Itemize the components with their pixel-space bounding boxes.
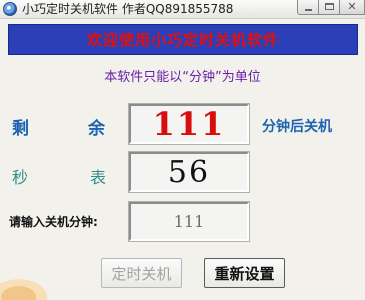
stopwatch-label-left: 秒 bbox=[12, 168, 29, 187]
shutdown-minutes-input[interactable] bbox=[128, 201, 250, 242]
app-icon bbox=[3, 2, 17, 16]
timer-shutdown-button[interactable]: 定时关机 bbox=[101, 258, 182, 288]
unit-notice: 本软件只能以“分钟”为单位 bbox=[104, 70, 261, 85]
maximize-icon bbox=[325, 3, 334, 10]
remaining-minutes-display: 111 bbox=[128, 103, 250, 145]
remaining-label-right: 余 bbox=[88, 119, 105, 139]
window-title: 小巧定时关机软件 作者QQ891855788 bbox=[22, 2, 234, 16]
decorative-logo bbox=[0, 270, 62, 300]
shutdown-minutes-label: 请输入关机分钟: bbox=[9, 215, 98, 229]
maximize-button[interactable] bbox=[318, 0, 340, 15]
welcome-banner-text: 欢迎使用小巧定时关机软件 bbox=[86, 31, 279, 49]
welcome-banner: 欢迎使用小巧定时关机软件 bbox=[8, 24, 358, 55]
close-button[interactable]: ✕ bbox=[339, 0, 365, 15]
close-icon: ✕ bbox=[347, 0, 357, 13]
reset-button[interactable]: 重新设置 bbox=[204, 258, 285, 288]
title-bar[interactable]: 小巧定时关机软件 作者QQ891855788 ✕ bbox=[0, 0, 365, 19]
minimize-button[interactable] bbox=[297, 0, 319, 15]
remaining-minutes-value: 111 bbox=[152, 105, 226, 143]
minimize-icon bbox=[305, 9, 312, 11]
stopwatch-label-right: 表 bbox=[90, 168, 107, 187]
remaining-label-left: 剩 bbox=[12, 119, 29, 139]
stopwatch-display: 56 bbox=[128, 151, 250, 193]
stopwatch-value: 56 bbox=[167, 154, 211, 190]
remaining-suffix: 分钟后关机 bbox=[262, 119, 332, 135]
